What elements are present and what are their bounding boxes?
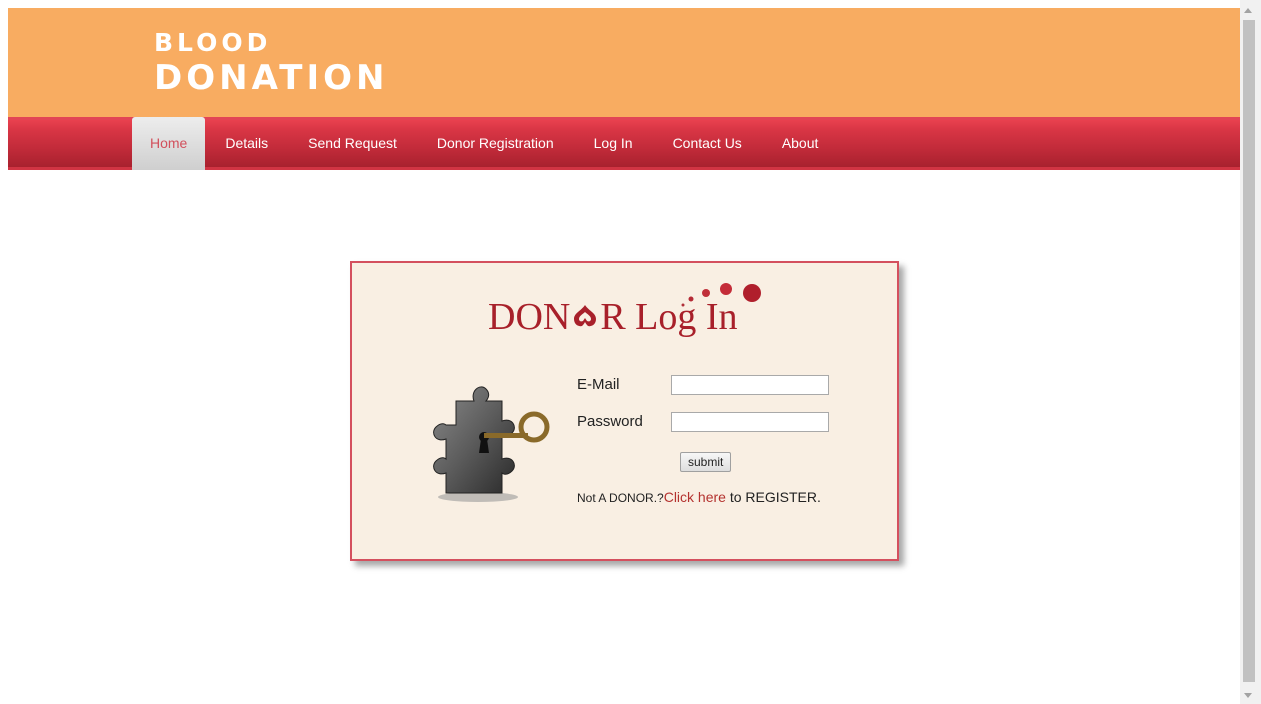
logo-line-1: Blood xyxy=(154,28,272,57)
login-panel: DON R Log In E-Mail Password submit Not … xyxy=(350,261,899,561)
email-label: E-Mail xyxy=(577,376,620,393)
register-prompt: Not A DONOR.?Click here to REGISTER. xyxy=(577,489,821,507)
register-link[interactable]: Click here xyxy=(664,489,726,505)
logo-line-2: Donation xyxy=(154,58,389,98)
nav-item-donor-registration[interactable]: Donor Registration xyxy=(417,120,574,167)
nav-item-contact-us[interactable]: Contact Us xyxy=(653,120,762,167)
nav-item-log-in[interactable]: Log In xyxy=(574,120,653,167)
page: Blood Donation Home Details Send Request… xyxy=(8,8,1240,704)
login-title-part1: DON xyxy=(488,296,571,338)
submit-button[interactable]: submit xyxy=(680,452,732,472)
main-nav: Home Details Send Request Donor Registra… xyxy=(8,117,1240,170)
password-label: Password xyxy=(577,413,643,430)
register-suffix: to REGISTER. xyxy=(725,489,821,505)
nav-item-home[interactable]: Home xyxy=(132,117,206,170)
site-header: Blood Donation xyxy=(8,8,1240,117)
site-logo[interactable]: Blood Donation xyxy=(154,28,388,98)
password-field[interactable] xyxy=(671,412,829,432)
blood-drop-heart-icon xyxy=(574,305,597,327)
scrollbar-thumb[interactable] xyxy=(1243,20,1255,682)
vertical-scrollbar[interactable] xyxy=(1240,0,1261,704)
nav-item-about[interactable]: About xyxy=(762,120,839,167)
register-prefix: Not A DONOR.? xyxy=(577,491,664,505)
decorative-dots-icon xyxy=(681,283,761,307)
scroll-down-icon[interactable] xyxy=(1244,693,1252,698)
nav-item-details[interactable]: Details xyxy=(205,120,288,167)
nav-item-send-request[interactable]: Send Request xyxy=(288,120,417,167)
email-field[interactable] xyxy=(671,375,829,395)
scroll-up-icon[interactable] xyxy=(1244,8,1252,13)
puzzle-key-icon xyxy=(433,386,550,502)
